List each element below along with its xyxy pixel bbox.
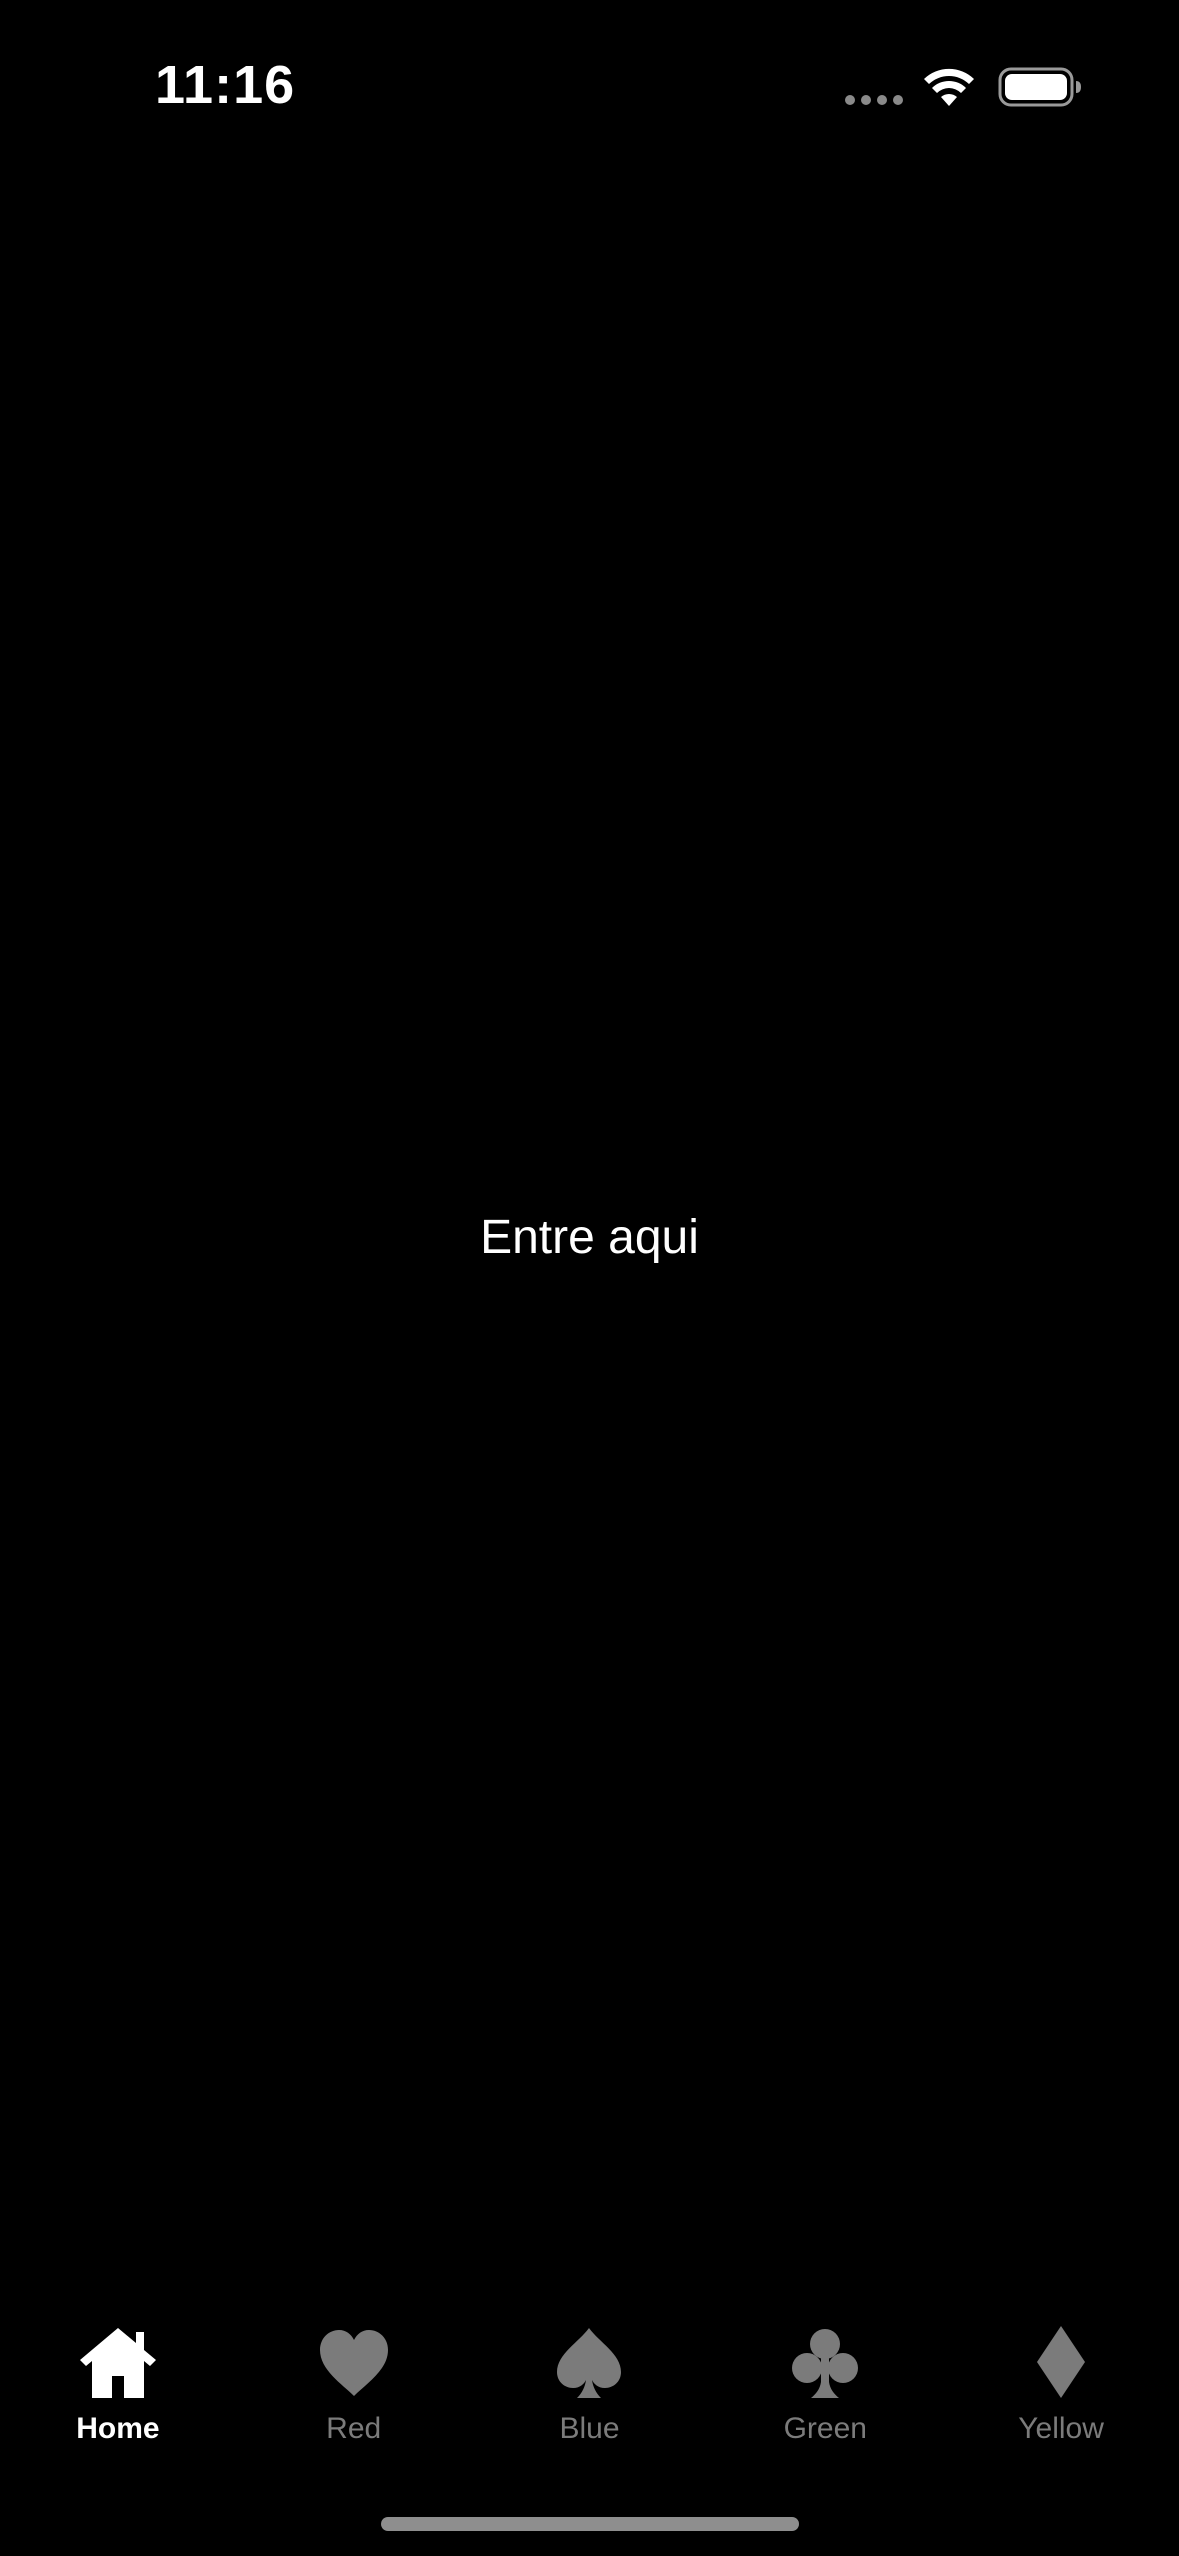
tab-label: Yellow bbox=[1018, 2412, 1104, 2445]
tab-label: Green bbox=[783, 2412, 867, 2445]
tab-blue[interactable]: Blue bbox=[472, 2310, 708, 2460]
house-icon bbox=[79, 2328, 156, 2398]
status-bar: 11:16 bbox=[0, 0, 1179, 180]
diamond-icon bbox=[1037, 2326, 1086, 2398]
status-time: 11:16 bbox=[155, 55, 296, 115]
tab-green[interactable]: Green bbox=[707, 2310, 943, 2460]
battery-icon bbox=[998, 67, 1081, 107]
wifi-icon bbox=[924, 68, 974, 106]
tab-red[interactable]: Red bbox=[236, 2310, 472, 2460]
tab-home[interactable]: Home bbox=[0, 2310, 236, 2460]
tab-bar: Home Red Blue Green Yellow bbox=[0, 2310, 1179, 2460]
enter-here-label: Entre aqui bbox=[480, 1211, 699, 1264]
cellular-signal-icon bbox=[845, 95, 905, 107]
heart-icon bbox=[319, 2330, 388, 2396]
home-indicator[interactable] bbox=[381, 2517, 799, 2531]
main-content: Entre aqui bbox=[0, 180, 1179, 2300]
tab-label: Home bbox=[76, 2412, 160, 2445]
tab-label: Red bbox=[326, 2412, 382, 2445]
spade-icon bbox=[557, 2328, 622, 2398]
tab-yellow[interactable]: Yellow bbox=[943, 2310, 1179, 2460]
club-icon bbox=[792, 2329, 859, 2398]
tab-label: Blue bbox=[559, 2412, 620, 2445]
